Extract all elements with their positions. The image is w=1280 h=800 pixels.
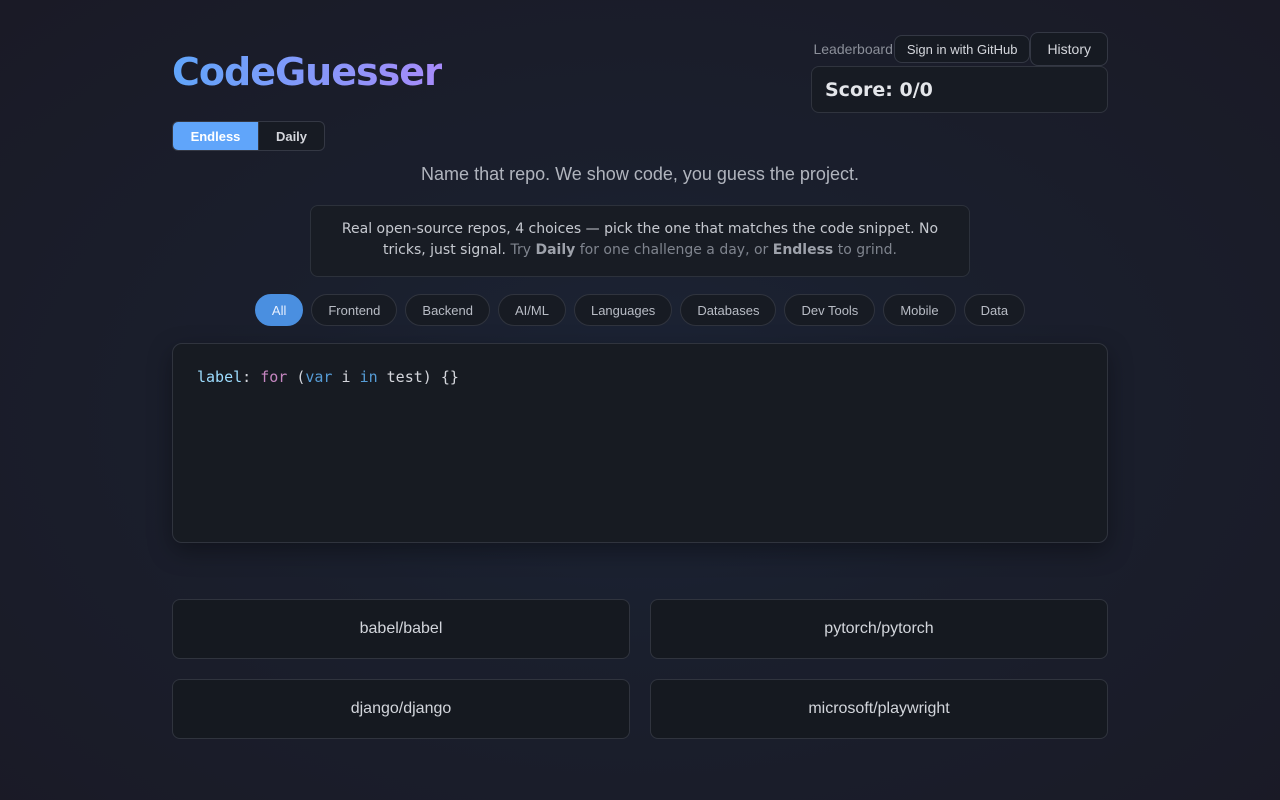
info-daily: Daily: [535, 242, 576, 258]
filter-chip-databases[interactable]: Databases: [680, 294, 777, 326]
code-token-rest: test) {}: [377, 368, 459, 386]
mode-toggle: Endless Daily: [172, 121, 325, 151]
leaderboard-link[interactable]: Leaderboard: [813, 41, 892, 57]
info-try: Try: [510, 242, 532, 258]
app-container: CodeGuesser Leaderboard Sign in with Git…: [172, 0, 1108, 800]
app-logo[interactable]: CodeGuesser: [172, 50, 443, 94]
filter-chip-mobile[interactable]: Mobile: [883, 294, 956, 326]
filter-chip-data[interactable]: Data: [963, 294, 1026, 326]
info-box: Real open-source repos, 4 choices — pick…: [310, 205, 970, 277]
score-display: Score: 0/0: [811, 66, 1108, 113]
tagline: Name that repo. We show code, you guess …: [421, 164, 859, 184]
answer-button-playwright[interactable]: microsoft/playwright: [650, 679, 1108, 739]
code-token-ident: i: [332, 368, 360, 386]
category-filters: All Frontend Backend AI/ML Languages Dat…: [172, 294, 1108, 326]
filter-chip-all[interactable]: All: [254, 294, 304, 326]
code-token-colon: :: [242, 368, 261, 386]
code-token-for: for: [260, 368, 288, 386]
github-sign-in-button[interactable]: Sign in with GitHub: [893, 35, 1031, 63]
answer-button-pytorch[interactable]: pytorch/pytorch: [650, 599, 1108, 659]
filter-chip-dev-tools[interactable]: Dev Tools: [784, 294, 876, 326]
info-end: to grind.: [837, 242, 897, 258]
mode-endless-button[interactable]: Endless: [173, 122, 258, 150]
code-token-var: var: [305, 368, 333, 386]
code-token-label: label: [197, 368, 243, 386]
info-endless: Endless: [772, 242, 834, 258]
filter-chip-ai-ml[interactable]: AI/ML: [498, 294, 566, 326]
code-token-open: (: [287, 368, 306, 386]
code-token-in: in: [359, 368, 378, 386]
mode-daily-button[interactable]: Daily: [258, 122, 324, 150]
answer-button-django[interactable]: django/django: [172, 679, 630, 739]
history-button[interactable]: History: [1030, 32, 1108, 66]
filter-chip-languages[interactable]: Languages: [573, 294, 673, 326]
answer-button-babel[interactable]: babel/babel: [172, 599, 630, 659]
answer-grid: babel/babel pytorch/pytorch django/djang…: [172, 599, 1108, 739]
top-nav: Leaderboard Sign in with GitHub History: [813, 32, 1108, 66]
filter-chip-frontend[interactable]: Frontend: [311, 294, 398, 326]
code-snippet: label: for (var i in test) {}: [172, 343, 1108, 543]
info-mid: for one challenge a day, or: [579, 242, 769, 258]
filter-chip-backend[interactable]: Backend: [405, 294, 490, 326]
